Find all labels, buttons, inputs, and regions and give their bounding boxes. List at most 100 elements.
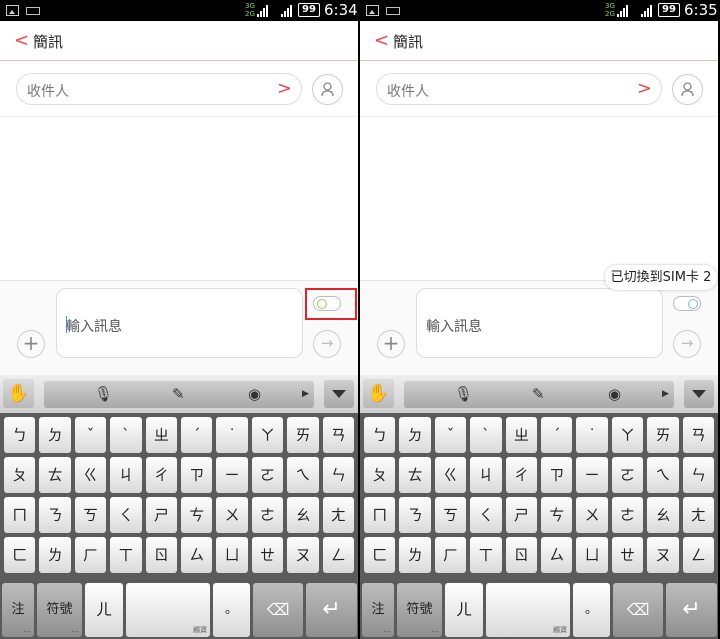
contact-picker-button[interactable] bbox=[672, 74, 703, 105]
send-button[interactable]: → bbox=[673, 330, 701, 358]
key[interactable]: ㄛ bbox=[251, 457, 284, 493]
key[interactable]: ㄕ bbox=[505, 497, 538, 533]
key[interactable]: ㄒ bbox=[110, 537, 142, 573]
key[interactable]: ㄧ bbox=[216, 457, 248, 493]
key[interactable]: ㄝ bbox=[611, 537, 644, 573]
key[interactable]: ㄊ bbox=[39, 457, 71, 493]
pencil-icon[interactable]: ✎ bbox=[172, 385, 185, 403]
attach-button[interactable]: + bbox=[17, 330, 45, 358]
key[interactable]: ㄠ bbox=[287, 497, 319, 533]
symbols-key[interactable]: 符號… bbox=[37, 583, 82, 637]
key-er[interactable]: ㄦ bbox=[445, 583, 483, 637]
mic-icon[interactable]: 🎙 bbox=[454, 385, 473, 403]
key[interactable]: ㄕ bbox=[145, 497, 178, 533]
key[interactable]: ㄟ bbox=[287, 457, 319, 493]
key[interactable]: ㄚ bbox=[611, 417, 644, 453]
key[interactable]: ㄤ bbox=[682, 497, 715, 533]
key[interactable]: ㄘ bbox=[541, 497, 573, 533]
key[interactable]: ㄧ bbox=[576, 457, 608, 493]
key[interactable]: ㄆ bbox=[4, 457, 36, 493]
key[interactable]: ㄐ bbox=[110, 457, 142, 493]
message-input[interactable]: 輸入訊息 bbox=[416, 288, 663, 358]
key[interactable]: ㄝ bbox=[251, 537, 284, 573]
key[interactable]: ㄢ bbox=[682, 417, 715, 453]
key[interactable]: ㄍ bbox=[434, 457, 467, 493]
zhuyin-mode-key[interactable]: 注… bbox=[2, 583, 34, 637]
key[interactable]: ㄔ bbox=[505, 457, 538, 493]
key[interactable]: ㄈ bbox=[4, 537, 36, 573]
key[interactable]: ㄟ bbox=[647, 457, 679, 493]
key[interactable]: ㄌ bbox=[399, 537, 431, 573]
key[interactable]: ㄓ bbox=[145, 417, 178, 453]
arrow-right-icon[interactable]: ▶ bbox=[662, 389, 669, 399]
key[interactable]: ˇ bbox=[74, 417, 107, 453]
key[interactable]: ㄅ bbox=[4, 417, 36, 453]
key[interactable]: ㄠ bbox=[647, 497, 679, 533]
key[interactable]: ˊ bbox=[541, 417, 573, 453]
mic-icon[interactable]: 🎙 bbox=[94, 385, 113, 403]
key[interactable]: ㄋ bbox=[39, 497, 71, 533]
chevron-right-icon[interactable]: > bbox=[637, 78, 652, 99]
key[interactable]: ㄖ bbox=[145, 537, 178, 573]
key[interactable]: ㄚ bbox=[251, 417, 284, 453]
key[interactable]: ㄍ bbox=[74, 457, 107, 493]
key[interactable]: ˇ bbox=[434, 417, 467, 453]
gesture-icon[interactable]: ✋ bbox=[363, 379, 394, 408]
send-button[interactable]: → bbox=[313, 330, 341, 358]
collapse-keyboard-button[interactable] bbox=[324, 380, 354, 408]
key[interactable]: ㄡ bbox=[287, 537, 319, 573]
key[interactable]: ㄋ bbox=[399, 497, 431, 533]
key[interactable]: ㄏ bbox=[74, 537, 107, 573]
space-key[interactable]: 觸寶 bbox=[486, 583, 570, 637]
key[interactable]: ㄇ bbox=[4, 497, 36, 533]
symbols-key[interactable]: 符號… bbox=[397, 583, 442, 637]
back-icon[interactable]: < bbox=[374, 30, 389, 51]
key[interactable]: ㄆ bbox=[364, 457, 396, 493]
zhuyin-mode-key[interactable]: 注… bbox=[362, 583, 394, 637]
gesture-icon[interactable]: ✋ bbox=[3, 379, 34, 408]
key[interactable]: ㄩ bbox=[216, 537, 248, 573]
key[interactable]: ㄞ bbox=[647, 417, 679, 453]
key[interactable]: ㄖ bbox=[505, 537, 538, 573]
sim-toggle[interactable] bbox=[673, 296, 701, 311]
key[interactable]: ㄗ bbox=[541, 457, 573, 493]
key[interactable]: ㄐ bbox=[470, 457, 502, 493]
recipient-field[interactable]: 收件人 > bbox=[376, 73, 662, 105]
enter-key[interactable]: ↵ bbox=[306, 583, 357, 637]
key[interactable]: ㄣ bbox=[682, 457, 715, 493]
key[interactable]: ㄤ bbox=[322, 497, 355, 533]
key[interactable]: ㄣ bbox=[322, 457, 355, 493]
key[interactable]: ㄥ bbox=[322, 537, 355, 573]
key[interactable]: ㄘ bbox=[181, 497, 213, 533]
weibo-icon[interactable]: ◉ bbox=[248, 385, 261, 403]
key[interactable]: ㄥ bbox=[682, 537, 715, 573]
key[interactable]: ㄗ bbox=[181, 457, 213, 493]
key[interactable]: ㄊ bbox=[399, 457, 431, 493]
contact-picker-button[interactable] bbox=[312, 74, 343, 105]
key[interactable]: ㄉ bbox=[399, 417, 431, 453]
key[interactable]: ㄌ bbox=[39, 537, 71, 573]
attach-button[interactable]: + bbox=[377, 330, 405, 358]
key[interactable]: ㄔ bbox=[145, 457, 178, 493]
key[interactable]: ㄙ bbox=[181, 537, 213, 573]
key[interactable]: ㄅ bbox=[364, 417, 396, 453]
space-key[interactable]: 觸寶 bbox=[126, 583, 210, 637]
key[interactable]: ㄨ bbox=[576, 497, 608, 533]
delete-key[interactable]: ⌫ bbox=[613, 583, 663, 637]
back-icon[interactable]: < bbox=[14, 30, 29, 51]
weibo-icon[interactable]: ◉ bbox=[608, 385, 621, 403]
key[interactable]: ㄎ bbox=[434, 497, 467, 533]
arrow-right-icon[interactable]: ▶ bbox=[302, 389, 309, 399]
key[interactable]: ㄓ bbox=[505, 417, 538, 453]
recipient-field[interactable]: 收件人 > bbox=[16, 73, 302, 105]
key[interactable]: ㄨ bbox=[216, 497, 248, 533]
delete-key[interactable]: ⌫ bbox=[253, 583, 303, 637]
message-input[interactable]: 輸入訊息 bbox=[56, 288, 303, 358]
key[interactable]: ˋ bbox=[470, 417, 502, 453]
key[interactable]: ㄩ bbox=[576, 537, 608, 573]
key[interactable]: ˊ bbox=[181, 417, 213, 453]
period-key[interactable]: 。 bbox=[573, 583, 610, 637]
key[interactable]: ㄈ bbox=[364, 537, 396, 573]
key[interactable]: ㄎ bbox=[74, 497, 107, 533]
key[interactable]: ˙ bbox=[576, 417, 608, 453]
